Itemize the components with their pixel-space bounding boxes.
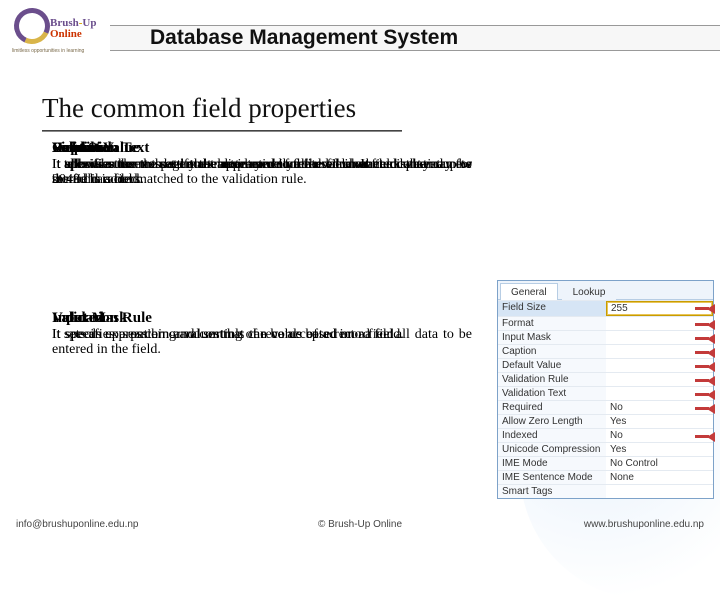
pointer-arrow-icon	[693, 375, 717, 385]
property-key: Unicode Compression	[498, 443, 606, 456]
pointer-arrow-icon	[693, 389, 717, 399]
brand-tagline: limitless opportunities in learning	[12, 48, 84, 54]
tab-general[interactable]: General	[500, 283, 558, 300]
property-key: IME Sentence Mode	[498, 471, 606, 484]
pointer-arrow-icon	[693, 347, 717, 357]
title-bar: Database Management System	[110, 25, 720, 51]
brand-logo: Brush-Up Online limitless opportunities …	[8, 6, 103, 62]
property-key: Default Value	[498, 359, 606, 372]
property-key: Input Mask	[498, 331, 606, 344]
pointer-arrow-icon	[693, 431, 717, 441]
property-row[interactable]: Input Mask	[498, 330, 713, 344]
property-value[interactable]: None	[606, 471, 713, 484]
property-row[interactable]: IME Sentence ModeNone	[498, 470, 713, 484]
page-title: Database Management System	[150, 26, 458, 50]
property-row[interactable]: Allow Zero LengthYes	[498, 414, 713, 428]
footer-copyright: © Brush-Up Online	[245, 519, 474, 530]
property-value[interactable]: Yes	[606, 415, 713, 428]
property-row[interactable]: Validation Rule	[498, 372, 713, 386]
footer-email: info@brushuponline.edu.np	[16, 519, 245, 530]
logo-ring-icon	[9, 3, 55, 49]
tab-lookup[interactable]: Lookup	[562, 283, 617, 300]
property-row[interactable]: Unicode CompressionYes	[498, 442, 713, 456]
property-row[interactable]: Field Size255	[498, 300, 713, 316]
subtitle-wrap: The common field properties	[0, 75, 720, 124]
pointer-arrow-icon	[693, 403, 717, 413]
panel-tabs: General Lookup	[498, 281, 713, 300]
property-row[interactable]: IndexedNo	[498, 428, 713, 442]
pointer-arrow-icon	[693, 333, 717, 343]
property-row[interactable]: Format	[498, 316, 713, 330]
panel-rows: Field Size255FormatInput MaskCaptionDefa…	[498, 300, 713, 498]
definition-layer: IndexedIt speeds up searching and sortin…	[52, 310, 472, 342]
pointer-arrow-icon	[693, 361, 717, 371]
property-key: Format	[498, 317, 606, 330]
property-key: Indexed	[498, 429, 606, 442]
property-key: IME Mode	[498, 457, 606, 470]
property-key: Validation Text	[498, 387, 606, 400]
subtitle-divider	[42, 130, 402, 132]
content-area: Field SizeIt allows a user to set the ma…	[0, 140, 720, 485]
header: Brush-Up Online limitless opportunities …	[0, 0, 720, 75]
property-key: Smart Tags	[498, 485, 606, 498]
field-properties-panel: General Lookup Field Size255FormatInput …	[497, 280, 714, 499]
footer: info@brushuponline.edu.np © Brush-Up Onl…	[0, 519, 720, 530]
definition-body: It tells whether the data must be entere…	[52, 157, 472, 172]
property-key: Field Size	[498, 301, 606, 316]
brand-name-b: Up	[82, 17, 96, 29]
brand-subname: Online	[50, 28, 82, 40]
property-value[interactable]	[606, 485, 713, 498]
property-value[interactable]: No Control	[606, 457, 713, 470]
property-row[interactable]: Smart Tags	[498, 484, 713, 498]
property-value[interactable]: Yes	[606, 443, 713, 456]
definition-layer: RequiredIt tells whether the data must b…	[52, 140, 472, 172]
property-row[interactable]: Caption	[498, 344, 713, 358]
definition-body: It speeds up searching and sorting of re…	[52, 327, 472, 342]
property-key: Validation Rule	[498, 373, 606, 386]
property-row[interactable]: Default Value	[498, 358, 713, 372]
definition-heading: Required	[52, 140, 472, 157]
property-row[interactable]: RequiredNo	[498, 400, 713, 414]
property-key: Allow Zero Length	[498, 415, 606, 428]
property-key: Required	[498, 401, 606, 414]
pointer-arrow-icon	[693, 319, 717, 329]
property-row[interactable]: Validation Text	[498, 386, 713, 400]
footer-website: www.brushuponline.edu.np	[475, 519, 704, 530]
subtitle: The common field properties	[42, 93, 720, 124]
property-row[interactable]: IME ModeNo Control	[498, 456, 713, 470]
pointer-arrow-icon	[693, 303, 717, 313]
property-key: Caption	[498, 345, 606, 358]
definition-heading: Indexed	[52, 310, 472, 327]
